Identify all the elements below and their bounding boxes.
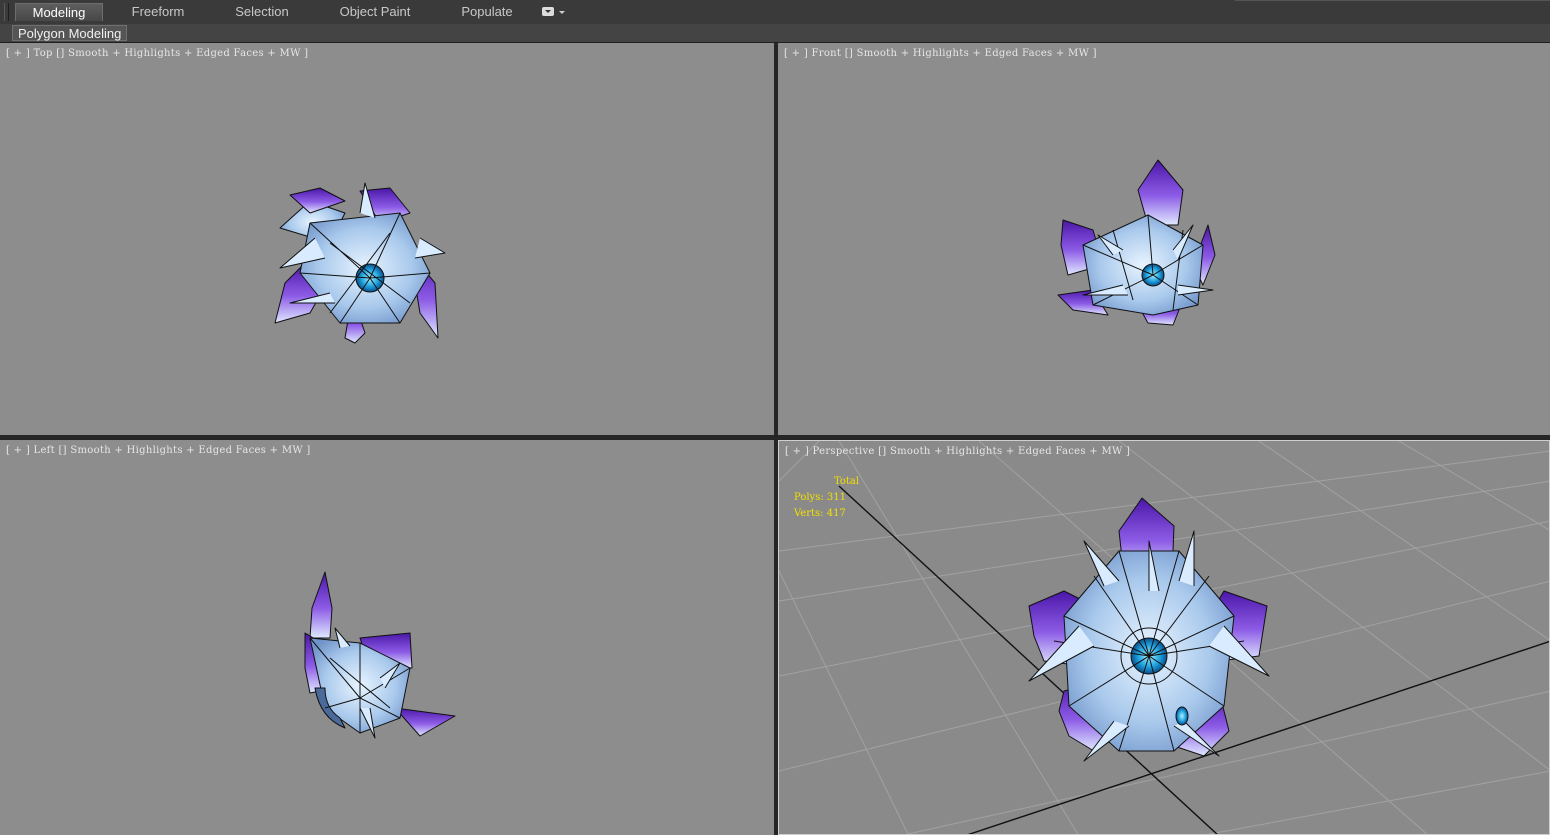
viewport-label-left[interactable]: [ + ] Left [] Smooth + Highlights + Edge… bbox=[6, 445, 311, 456]
tab-freeform[interactable]: Freeform bbox=[118, 3, 198, 21]
stats-heading: Total bbox=[834, 476, 860, 487]
viewport-label-front[interactable]: [ + ] Front [] Smooth + Highlights + Edg… bbox=[784, 48, 1097, 59]
viewport-front[interactable]: [ + ] Front [] Smooth + Highlights + Edg… bbox=[778, 43, 1550, 435]
crystal-flower-model-front[interactable] bbox=[1053, 155, 1223, 330]
ribbon-panel: Polygon Modeling bbox=[0, 24, 1550, 43]
tab-modeling[interactable]: Modeling bbox=[15, 3, 103, 21]
ribbon-tab-bar: Modeling Freeform Selection Object Paint… bbox=[0, 0, 1550, 25]
tab-object-paint[interactable]: Object Paint bbox=[330, 3, 420, 21]
polygon-modeling-panel-button[interactable]: Polygon Modeling bbox=[12, 25, 128, 41]
viewport-left[interactable]: [ + ] Left [] Smooth + Highlights + Edge… bbox=[0, 440, 774, 835]
viewport-top[interactable]: [ + ] Top [] Smooth + Highlights + Edged… bbox=[0, 43, 774, 435]
crystal-flower-model-left[interactable] bbox=[300, 568, 460, 739]
viewport-label-perspective[interactable]: [ + ] Perspective [] Smooth + Highlights… bbox=[785, 446, 1130, 457]
panel-options-icon[interactable] bbox=[542, 6, 568, 19]
tab-selection[interactable]: Selection bbox=[222, 3, 302, 21]
stats-polys: Polys: 311 bbox=[794, 492, 846, 503]
chevron-down-icon bbox=[559, 11, 565, 14]
ribbon-grip[interactable] bbox=[4, 3, 9, 21]
crystal-flower-model-top[interactable] bbox=[270, 182, 450, 344]
ribbon-divider bbox=[1235, 0, 1550, 1]
tab-populate[interactable]: Populate bbox=[450, 3, 524, 21]
stats-verts: Verts: 417 bbox=[794, 508, 846, 519]
crystal-flower-model-perspective[interactable] bbox=[1024, 496, 1274, 762]
viewport-perspective[interactable]: [ + ] Perspective [] Smooth + Highlights… bbox=[778, 440, 1550, 835]
panel-box-icon bbox=[542, 7, 554, 16]
viewport-label-top[interactable]: [ + ] Top [] Smooth + Highlights + Edged… bbox=[6, 48, 308, 59]
